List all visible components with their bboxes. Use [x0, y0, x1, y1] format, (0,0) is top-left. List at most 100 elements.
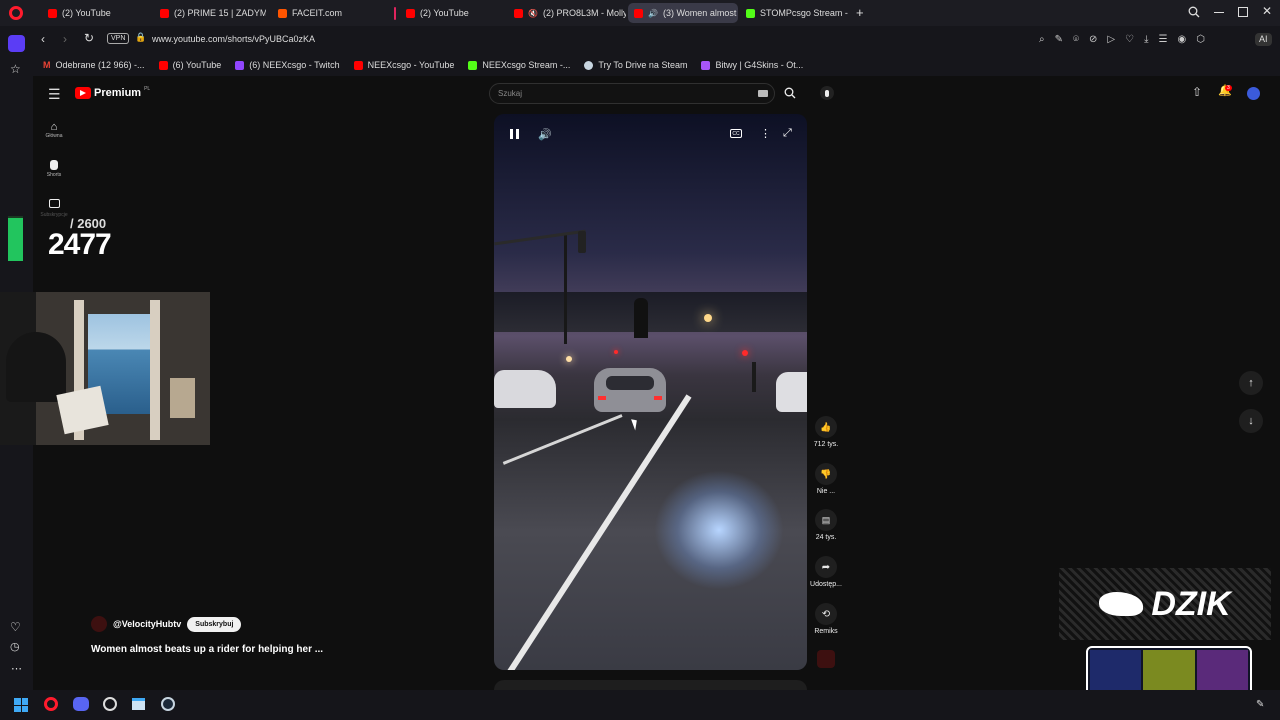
- bookmark-youtube[interactable]: (6) YouTube: [158, 60, 221, 70]
- pinboard-icon[interactable]: ☆: [10, 63, 21, 75]
- window-taskbar-icon[interactable]: [132, 698, 145, 710]
- sidebar-item-label: Główna: [45, 133, 63, 139]
- pause-icon[interactable]: [510, 129, 519, 139]
- menu-icon[interactable]: ☰: [1158, 34, 1167, 45]
- bookmark-g4skins[interactable]: Bitwy | G4Skins - Ot...: [701, 60, 803, 70]
- youtube-icon: [634, 8, 643, 18]
- camera-icon[interactable]: ⌾: [1073, 34, 1079, 45]
- search-placeholder: Szukaj: [498, 89, 523, 98]
- bookmark-neex-kick[interactable]: NEEXcsgo Stream -...: [468, 60, 570, 70]
- adblock-icon[interactable]: ⊘: [1089, 34, 1097, 45]
- close-window-icon[interactable]: ✕: [1262, 5, 1272, 17]
- next-short-preview[interactable]: [494, 680, 807, 690]
- tab-youtube-2[interactable]: (2) YouTube: [400, 3, 504, 23]
- speaker-icon[interactable]: 🔊: [648, 9, 658, 18]
- like-icon: 👍: [815, 416, 837, 438]
- car-bmw: [594, 368, 666, 412]
- sound-thumbnail[interactable]: [817, 650, 835, 668]
- profile-icon[interactable]: ◉: [1177, 34, 1186, 45]
- lock-icon[interactable]: 🔒: [135, 33, 146, 42]
- fullscreen-icon[interactable]: ⤢: [783, 127, 792, 140]
- more-options-icon[interactable]: ⋮: [760, 127, 771, 140]
- maximize-icon[interactable]: [1238, 7, 1248, 17]
- reload-icon[interactable]: ↻: [84, 32, 94, 44]
- bookmark-label: NEEXcsgo Stream -...: [482, 60, 571, 70]
- short-title[interactable]: Women almost beats up a rider for helpin…: [91, 644, 323, 655]
- volume-icon[interactable]: 🔊: [538, 128, 552, 141]
- discord-taskbar-icon[interactable]: [73, 697, 89, 711]
- forward-icon[interactable]: ›: [63, 33, 67, 45]
- counter-value: 2477: [48, 228, 112, 261]
- ai-button[interactable]: AI: [1255, 33, 1272, 46]
- search-icon[interactable]: [784, 87, 796, 99]
- url-field[interactable]: www.youtube.com/shorts/vPyUBCa0zKA: [152, 34, 315, 44]
- comments-button[interactable]: ▤ 24 tys.: [806, 509, 846, 541]
- remix-button[interactable]: ⟲ Remiks: [806, 603, 846, 635]
- youtube-icon: [158, 60, 168, 70]
- youtube-logo[interactable]: Premium PL: [75, 86, 150, 99]
- tab-faceit[interactable]: FACEIT.com: [272, 3, 382, 23]
- dislike-button[interactable]: 👎 Nie ...: [806, 463, 846, 495]
- steam-taskbar-icon[interactable]: [161, 697, 175, 711]
- app-taskbar-icon[interactable]: [103, 697, 117, 711]
- heart-icon[interactable]: ♡: [10, 621, 21, 633]
- hamburger-menu-icon[interactable]: ☰: [48, 87, 61, 101]
- bookmark-label: NEEXcsgo - YouTube: [367, 60, 455, 70]
- opera-logo-icon[interactable]: [9, 6, 23, 20]
- new-tab-plus-icon[interactable]: +: [856, 6, 864, 19]
- bookmark-steam[interactable]: Try To Drive na Steam: [584, 60, 687, 70]
- bookmark-neex-youtube[interactable]: NEEXcsgo - YouTube: [353, 60, 455, 70]
- tab-title: STOMPcsgo Stream - Wat: [760, 8, 850, 18]
- search-icon[interactable]: ⌕: [1039, 34, 1045, 45]
- channel-avatar[interactable]: [91, 616, 107, 632]
- heart-icon[interactable]: ♡: [1125, 34, 1134, 45]
- captions-icon[interactable]: CC: [730, 129, 742, 138]
- vpn-badge[interactable]: VPN: [107, 33, 130, 44]
- sidebar-item-home[interactable]: ⌂ Główna: [34, 121, 74, 139]
- history-icon[interactable]: ◷: [10, 642, 20, 653]
- bookmark-gmail[interactable]: M Odebrane (12 966) -...: [43, 60, 145, 70]
- opera-taskbar-icon[interactable]: [44, 697, 58, 711]
- shorts-icon: [50, 160, 58, 170]
- search-input[interactable]: Szukaj: [489, 83, 775, 104]
- share-icon: ➦: [815, 556, 837, 578]
- notification-badge: 3: [1225, 85, 1232, 91]
- tab-youtube-1[interactable]: (2) YouTube: [42, 3, 150, 23]
- home-icon[interactable]: [8, 35, 25, 52]
- short-video-player[interactable]: 🔊 CC ⋮ ⤢: [494, 114, 807, 670]
- extensions-icon[interactable]: ⬡: [1196, 34, 1205, 45]
- minimize-icon[interactable]: [1214, 12, 1224, 13]
- mic-icon[interactable]: [820, 86, 834, 100]
- next-short-arrow-icon[interactable]: ↓: [1239, 409, 1263, 433]
- bookmark-twitch[interactable]: (6) NEEXcsgo - Twitch: [235, 60, 340, 70]
- tab-prime[interactable]: (2) PRIME 15 | ZADYMA +: [154, 3, 266, 23]
- upload-icon[interactable]: ⇧: [1192, 86, 1202, 98]
- subscribe-button[interactable]: Subskrybuj: [187, 616, 242, 632]
- search-tabs-icon[interactable]: [1188, 6, 1200, 18]
- streamer-webcam: [0, 292, 210, 445]
- share-button[interactable]: ➦ Udostęp...: [801, 556, 851, 588]
- avatar[interactable]: [1247, 87, 1260, 100]
- more-icon[interactable]: ⋯: [11, 664, 22, 675]
- home-icon: ⌂: [50, 121, 58, 133]
- play-icon[interactable]: ▷: [1107, 34, 1115, 45]
- mute-icon[interactable]: 🔇: [528, 9, 538, 18]
- like-button[interactable]: 👍 712 tys.: [806, 416, 846, 448]
- tab-women-short[interactable]: 🔊 (3) Women almost be: [628, 3, 738, 23]
- keyboard-icon[interactable]: [758, 90, 768, 97]
- sidebar-item-shorts[interactable]: Shorts: [34, 160, 74, 178]
- back-icon[interactable]: ‹: [41, 33, 45, 45]
- youtube-icon: [514, 8, 523, 18]
- tab-title: (2) YouTube: [62, 8, 111, 18]
- channel-name[interactable]: @VelocityHubtv: [113, 619, 181, 629]
- bookmarks-bar: M Odebrane (12 966) -... (6) YouTube (6) …: [33, 54, 1280, 76]
- tab-stompcsgo[interactable]: STOMPcsgo Stream - Wat: [740, 3, 850, 23]
- tray-icon[interactable]: ✎: [1256, 699, 1264, 710]
- tab-problem[interactable]: 🔇 (2) PRO8L3M - Molly: [508, 3, 626, 23]
- download-icon[interactable]: ⤓: [1144, 34, 1148, 45]
- edit-icon[interactable]: ✎: [1055, 34, 1063, 45]
- previous-short-arrow-icon[interactable]: ↑: [1239, 371, 1263, 395]
- subscriptions-icon: [48, 199, 60, 208]
- windows-start-icon[interactable]: [14, 698, 28, 712]
- youtube-icon: [353, 60, 363, 70]
